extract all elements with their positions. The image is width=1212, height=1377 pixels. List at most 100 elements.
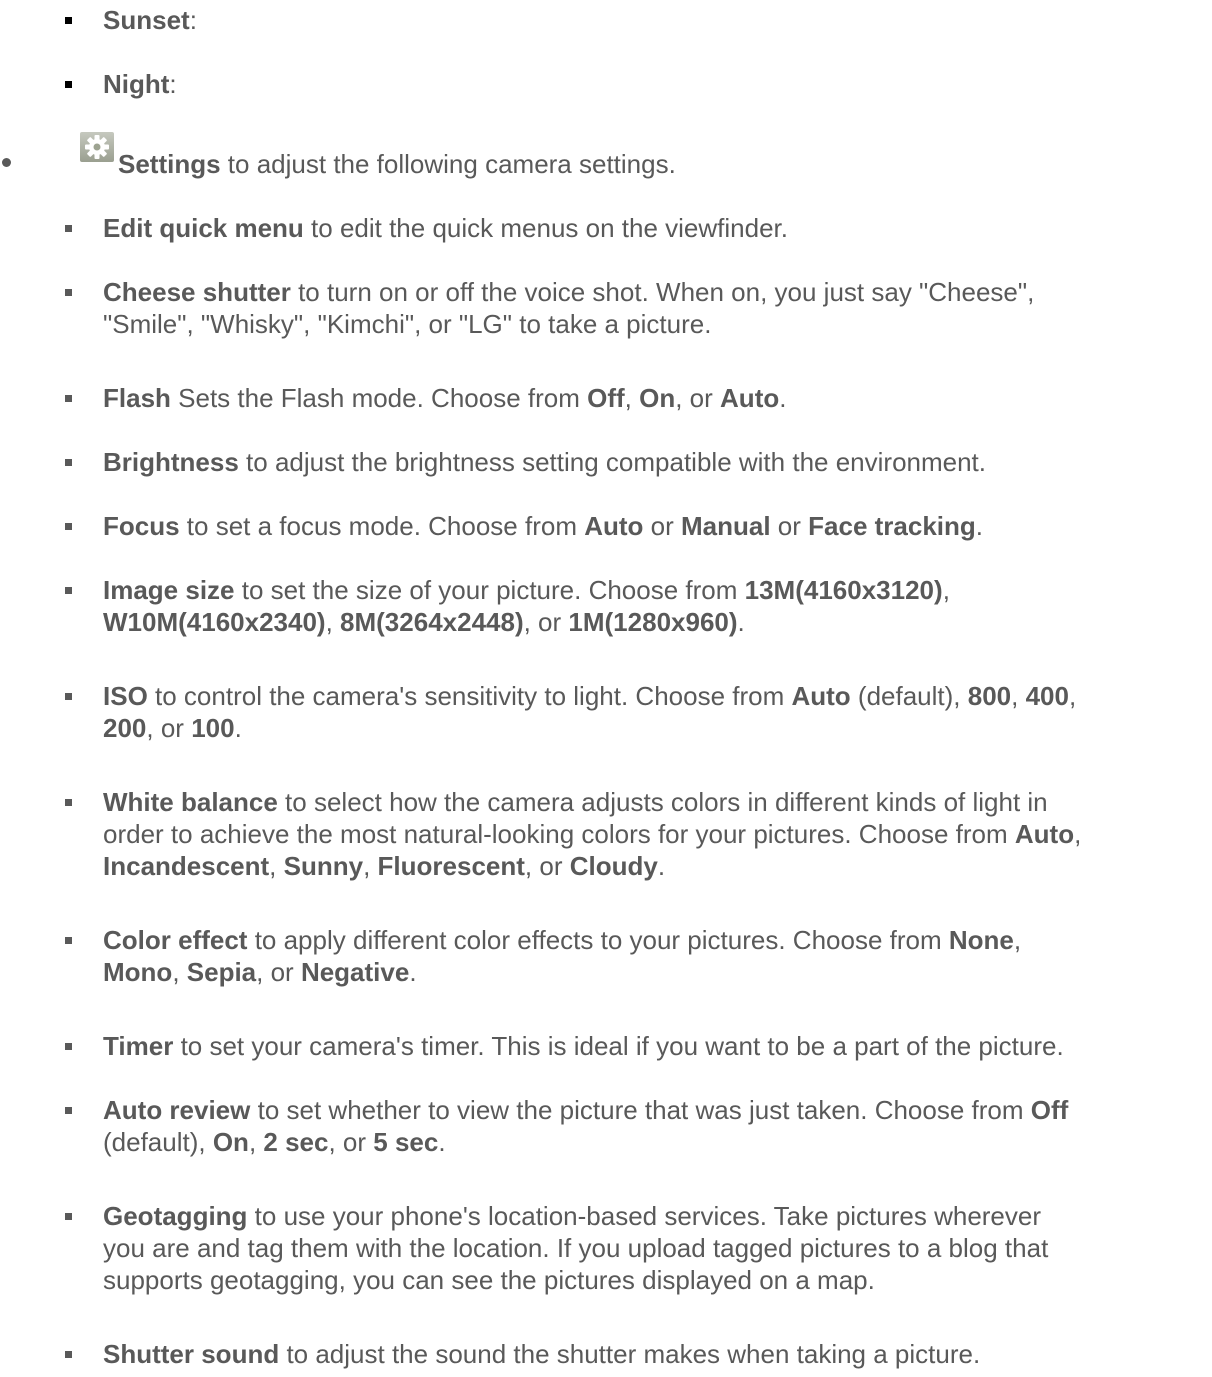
- term-label: Auto: [1014, 819, 1075, 849]
- body-text: to apply different color effects to your…: [247, 925, 949, 955]
- list-item-line: White balance to select how the camera a…: [103, 786, 1203, 818]
- term-label: Sunny: [283, 851, 364, 881]
- body-text: (default),: [103, 1127, 213, 1157]
- list-bullet: [65, 289, 72, 296]
- list-bullet: [65, 17, 72, 24]
- body-text: ,: [942, 575, 950, 605]
- list-item-line: Geotagging to use your phone's location-…: [103, 1200, 1203, 1232]
- body-text: "Smile", "Whisky", "Kimchi", or "LG" to …: [103, 309, 712, 339]
- gear-icon: [80, 132, 114, 162]
- term-label: Face tracking: [808, 511, 976, 541]
- body-text: (default),: [850, 681, 968, 711]
- body-text: ,: [363, 851, 378, 881]
- term-label: Auto review: [103, 1095, 251, 1125]
- list-item-line: 200, or 100.: [103, 712, 1203, 744]
- term-label: Geotagging: [103, 1201, 248, 1231]
- body-text: ,: [172, 957, 187, 987]
- term-label: Sunset: [103, 5, 190, 35]
- list-item-line: W10M(4160x2340), 8M(3264x2448), or 1M(12…: [103, 606, 1203, 638]
- term-label: ISO: [103, 681, 148, 711]
- list-item-line: Auto review to set whether to view the p…: [103, 1094, 1203, 1126]
- body-text: to adjust the brightness setting compati…: [238, 447, 987, 477]
- body-text: ,: [1068, 681, 1077, 711]
- body-text: ,: [1013, 925, 1022, 955]
- term-label: On: [212, 1127, 249, 1157]
- list-bullet: [65, 1351, 72, 1358]
- list-item: Auto review to set whether to view the p…: [103, 1094, 1203, 1158]
- term-label: Settings: [118, 149, 221, 179]
- list-item-night: Night:: [103, 68, 177, 101]
- body-text: or: [643, 511, 681, 541]
- term-label: Off: [1030, 1095, 1069, 1125]
- list-bullet: [65, 225, 72, 232]
- body-text: to control the camera's sensitivity to l…: [147, 681, 792, 711]
- term-label: Flash: [103, 383, 171, 413]
- term-label: Image size: [103, 575, 235, 605]
- term-label: Timer: [103, 1031, 174, 1061]
- list-item-line: Flash Sets the Flash mode. Choose from O…: [103, 382, 1203, 414]
- list-item-line: Color effect to apply different color ef…: [103, 924, 1203, 956]
- list-bullet: [65, 587, 72, 594]
- list-bullet: [2, 158, 11, 167]
- body-text: you are and tag them with the location. …: [103, 1233, 1049, 1263]
- term-label: 1M(1280x960): [568, 607, 738, 637]
- body-text: , or: [523, 607, 569, 637]
- term-label: Sepia: [186, 957, 257, 987]
- body-text: ,: [624, 383, 640, 413]
- term-label: 13M(4160x3120): [744, 575, 943, 605]
- body-text: to turn on or off the voice shot. When o…: [290, 277, 1035, 307]
- list-bullet: [65, 81, 72, 88]
- body-text: to set the size of your picture. Choose …: [234, 575, 745, 605]
- list-item-line: Incandescent, Sunny, Fluorescent, or Clo…: [103, 850, 1203, 882]
- list-item-line: Brightness to adjust the brightness sett…: [103, 446, 1203, 478]
- body-text: ,: [248, 1127, 264, 1157]
- term-label: Incandescent: [103, 851, 270, 881]
- list-item-line: Focus to set a focus mode. Choose from A…: [103, 510, 1203, 542]
- list-bullet: [65, 1043, 72, 1050]
- list-item: Focus to set a focus mode. Choose from A…: [103, 510, 1203, 542]
- term-label: Shutter sound: [103, 1339, 280, 1369]
- term-label: Cloudy: [569, 851, 658, 881]
- list-bullet: [65, 523, 72, 530]
- body-text: , or: [524, 851, 570, 881]
- term-label: Mono: [103, 957, 173, 987]
- list-bullet: [65, 693, 72, 700]
- body-text: , or: [328, 1127, 374, 1157]
- list-bullet: [65, 937, 72, 944]
- term-label: Fluorescent: [377, 851, 525, 881]
- list-item-line: Image size to set the size of your pictu…: [103, 574, 1203, 606]
- list-item: Cheese shutter to turn on or off the voi…: [103, 276, 1203, 340]
- list-item-sunset: Sunset:: [103, 4, 197, 37]
- body-text: to select how the camera adjusts colors …: [277, 787, 1048, 817]
- settings-item: Settings to adjust the following camera …: [118, 148, 676, 181]
- body-text: ,: [1074, 819, 1082, 849]
- list-bullet: [65, 1107, 72, 1114]
- body-text: .: [779, 383, 787, 413]
- body-text: to set a focus mode. Choose from: [179, 511, 585, 541]
- body-text: to set whether to view the picture that …: [250, 1095, 1031, 1125]
- list-item: Color effect to apply different color ef…: [103, 924, 1203, 988]
- body-text: , or: [146, 713, 192, 743]
- list-item-line: Edit quick menu to edit the quick menus …: [103, 212, 1203, 244]
- term-label: Auto: [584, 511, 644, 541]
- list-item-line: ISO to control the camera's sensitivity …: [103, 680, 1203, 712]
- term-label: Cheese shutter: [103, 277, 291, 307]
- list-bullet: [65, 1213, 72, 1220]
- list-bullet: [65, 799, 72, 806]
- term-label: 5 sec: [373, 1127, 439, 1157]
- term-label: 8M(3264x2448): [340, 607, 524, 637]
- term-label: 2 sec: [263, 1127, 329, 1157]
- body-text: .: [975, 511, 984, 541]
- term-label: White balance: [103, 787, 278, 817]
- term-label: Negative: [300, 957, 410, 987]
- list-item-line: Mono, Sepia, or Negative.: [103, 956, 1203, 988]
- body-text: to adjust the sound the shutter makes wh…: [279, 1339, 981, 1369]
- body-text: supports geotagging, you can see the pic…: [103, 1265, 875, 1295]
- list-item-line: "Smile", "Whisky", "Kimchi", or "LG" to …: [103, 308, 1203, 340]
- term-rest: :: [169, 69, 177, 99]
- term-label: 800: [967, 681, 1012, 711]
- body-text: to use your phone's location-based servi…: [247, 1201, 1042, 1231]
- term-label: 400: [1025, 681, 1069, 711]
- term-label: W10M(4160x2340): [103, 607, 326, 637]
- term-label: Off: [587, 383, 625, 413]
